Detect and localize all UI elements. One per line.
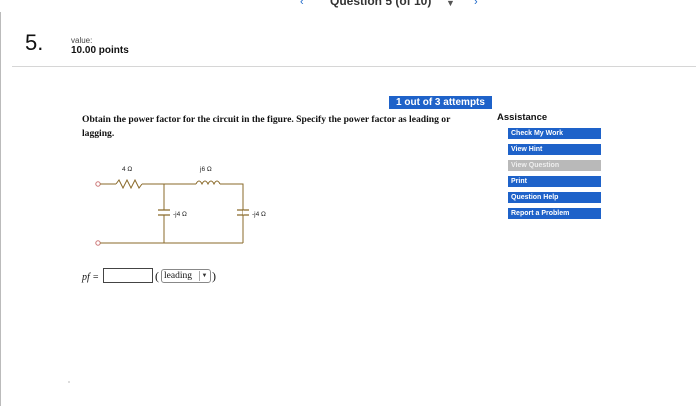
chevron-left-icon[interactable]: ‹ bbox=[300, 0, 304, 8]
paren-open: ( bbox=[155, 269, 159, 283]
circuit-diagram: 4 Ω j6 Ω -j4 Ω -j4 Ω bbox=[95, 166, 266, 246]
attempts-badge: 1 out of 3 attempts bbox=[389, 96, 492, 109]
view-question-button: View Question bbox=[508, 160, 601, 171]
resistor-symbol bbox=[115, 178, 143, 190]
points-value: 10.00 points bbox=[71, 45, 129, 56]
capacitor1-label: -j4 Ω bbox=[173, 211, 187, 218]
view-hint-button[interactable]: View Hint bbox=[508, 144, 601, 155]
terminal-top bbox=[95, 181, 101, 187]
chevron-right-icon[interactable]: › bbox=[474, 0, 478, 8]
report-problem-button[interactable]: Report a Problem bbox=[508, 208, 601, 219]
question-text: Obtain the power factor for the circuit … bbox=[82, 114, 451, 139]
wire-top-right bbox=[220, 183, 244, 243]
paren-close: ) bbox=[212, 269, 216, 283]
inductor-symbol bbox=[195, 180, 221, 186]
print-button[interactable]: Print bbox=[508, 176, 601, 187]
inductor-label: j6 Ω bbox=[199, 166, 212, 173]
capacitor1-symbol bbox=[158, 209, 170, 216]
decorative-dot bbox=[68, 381, 70, 383]
caret-down-icon[interactable]: ▼ bbox=[446, 0, 455, 8]
question-number: 5. bbox=[25, 30, 44, 55]
resistor-label: 4 Ω bbox=[122, 166, 132, 173]
question-help-button[interactable]: Question Help bbox=[508, 192, 601, 203]
question-nav-bar: ‹ Question 5 (of 10) ▼ › bbox=[0, 0, 700, 12]
check-my-work-button[interactable]: Check My Work bbox=[508, 128, 601, 139]
header-divider bbox=[12, 66, 696, 67]
value-label: value: bbox=[71, 36, 93, 45]
left-border bbox=[0, 12, 1, 406]
capacitor2-label: -j4 Ω bbox=[252, 211, 266, 218]
select-value: leading bbox=[164, 271, 192, 281]
terminal-bottom bbox=[95, 240, 101, 246]
pf-input[interactable] bbox=[103, 268, 153, 283]
question-indicator[interactable]: Question 5 (of 10) bbox=[330, 0, 431, 8]
assistance-title: Assistance bbox=[497, 112, 548, 123]
pf-label: pf = bbox=[82, 272, 100, 283]
leading-lagging-select[interactable]: leading ▼ bbox=[161, 269, 211, 283]
caret-down-icon[interactable]: ▼ bbox=[199, 271, 209, 281]
